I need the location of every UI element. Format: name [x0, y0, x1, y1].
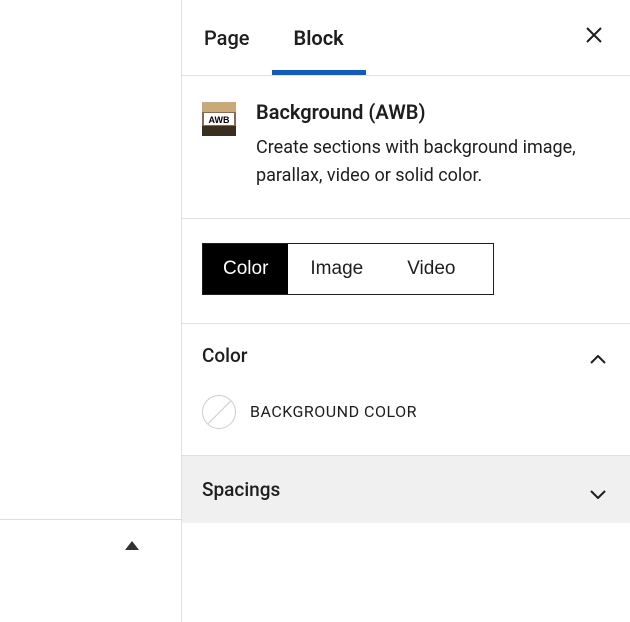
- background-type-selector-wrap: Color Image Video: [182, 219, 630, 324]
- block-title: Background (AWB): [256, 100, 610, 124]
- panel-tabs: Page Block: [182, 0, 630, 76]
- block-info: AWB Background (AWB) Create sections wit…: [182, 76, 630, 219]
- chevron-down-icon: [590, 484, 606, 494]
- collapse-panel-arrow-icon[interactable]: [125, 541, 139, 550]
- chevron-up-icon: [590, 350, 606, 360]
- svg-text:AWB: AWB: [209, 115, 230, 125]
- color-section: Color BACKGROUND COLOR: [182, 324, 630, 456]
- block-description: Create sections with background image, p…: [256, 134, 610, 190]
- spacings-section-header[interactable]: Spacings: [182, 456, 630, 523]
- color-section-title: Color: [202, 344, 248, 367]
- no-color-swatch-icon: [202, 395, 236, 429]
- tab-page[interactable]: Page: [182, 2, 272, 74]
- block-plugin-icon: AWB: [202, 102, 236, 136]
- color-section-body: BACKGROUND COLOR: [182, 387, 630, 456]
- type-option-video[interactable]: Video: [385, 244, 477, 294]
- tab-block[interactable]: Block: [272, 2, 366, 74]
- background-type-selector: Color Image Video: [202, 243, 494, 295]
- spacings-section-title: Spacings: [202, 478, 280, 501]
- type-option-image[interactable]: Image: [288, 244, 385, 294]
- type-option-color[interactable]: Color: [203, 244, 288, 294]
- background-color-row[interactable]: BACKGROUND COLOR: [202, 395, 610, 429]
- close-icon: [584, 25, 604, 45]
- block-info-text: Background (AWB) Create sections with ba…: [256, 100, 610, 190]
- spacings-section: Spacings: [182, 456, 630, 523]
- color-section-header[interactable]: Color: [182, 324, 630, 387]
- background-color-label: BACKGROUND COLOR: [250, 402, 417, 421]
- close-panel-button[interactable]: [558, 25, 630, 51]
- left-content-area: [0, 0, 181, 520]
- inspector-panel: Page Block AWB Background (AWB) Create s…: [181, 0, 630, 622]
